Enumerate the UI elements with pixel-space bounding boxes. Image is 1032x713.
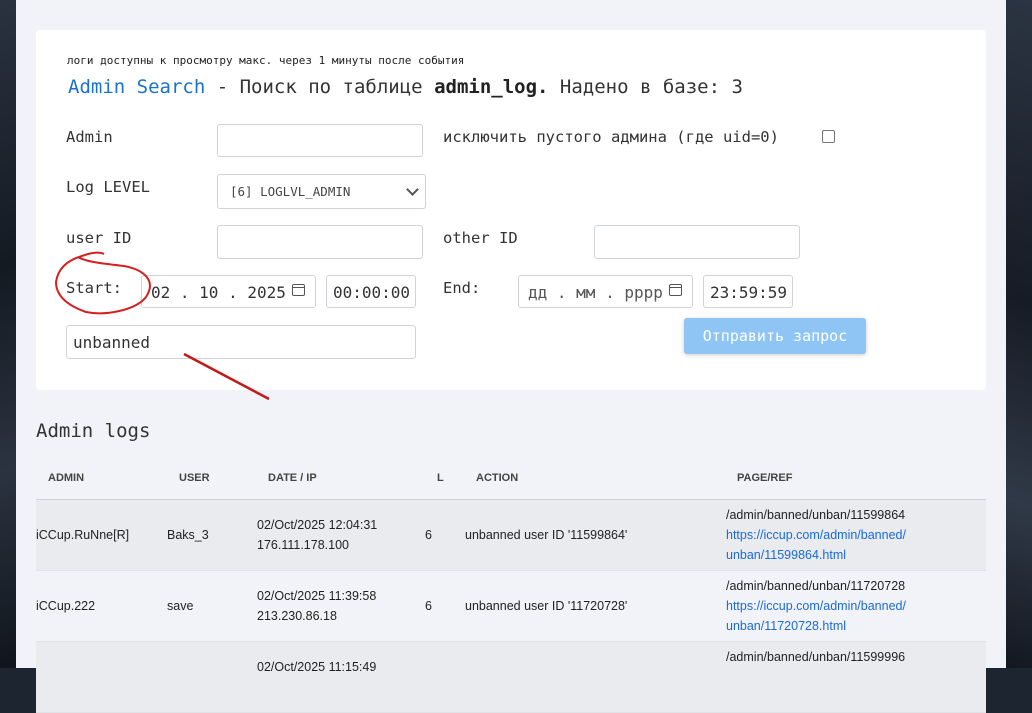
page-content: логи доступны к просмотру макс. через 1 … [16,0,1006,713]
annotation-overlay [54,251,270,401]
background-right [1006,0,1032,668]
background-left [0,0,16,668]
annotation-underline [183,352,270,401]
annotation-circle [54,251,151,315]
